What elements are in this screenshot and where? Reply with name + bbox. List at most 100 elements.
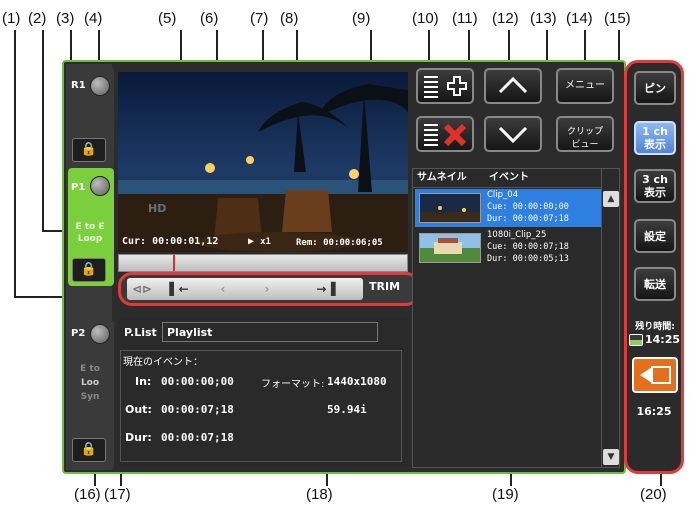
event-row[interactable]: 1080i_Clip_25 Cue: 00:00:07;18 Dur: 00:0… xyxy=(415,229,601,267)
channel-r1-lock-button[interactable]: 🔒 xyxy=(72,138,106,162)
settings-button[interactable]: 設定 xyxy=(634,219,676,253)
leader-2-h xyxy=(42,230,64,232)
format-value: 1440x1080 xyxy=(327,375,387,388)
event-dur: Dur: 00:00:07;18 xyxy=(487,214,569,224)
callout-13: (13) xyxy=(530,10,557,27)
set-in-point-button[interactable]: ▌← xyxy=(157,278,201,300)
leader-2 xyxy=(42,30,44,232)
transfer-button[interactable]: 転送 xyxy=(634,267,676,301)
lock-icon: 🔒 xyxy=(80,262,98,277)
channel-p2-mode-line3: Syn xyxy=(80,392,100,402)
remaining-time-value: 14:25 xyxy=(645,333,681,346)
event-dur: Dur: 00:00:05;13 xyxy=(487,254,569,264)
trim-controls: ⊲⊳ ▌← ‹ › →▐ xyxy=(127,278,363,300)
current-time-value: 00:00:01,12 xyxy=(152,236,219,247)
trim-label: TRIM xyxy=(369,280,401,293)
playlist-name: Playlist xyxy=(167,326,213,339)
callout-11: (11) xyxy=(452,10,478,27)
event-row[interactable]: Clip_04 Cue: 00:00:00;00 Dur: 00:00:07;1… xyxy=(415,189,601,227)
out-time: 00:00:07;18 xyxy=(161,403,234,416)
three-channel-view-button[interactable]: 3 ch 表示 xyxy=(634,169,676,203)
callout-20: (20) xyxy=(640,486,667,503)
position-marker[interactable] xyxy=(173,255,175,271)
event-thumbnail xyxy=(419,193,481,223)
channel-r1-panel[interactable]: R1 🔒 xyxy=(68,66,114,172)
remaining-time-display: 14:25 xyxy=(629,333,681,349)
remaining-time-value: 00:00:06;05 xyxy=(323,238,383,248)
current-event-box: 現在のイベント： In: 00:00:00;00 Out: 00:00:07;1… xyxy=(120,350,402,462)
three-channel-line2: 表示 xyxy=(644,186,666,199)
event-list[interactable]: サムネイル イベント Clip_04 Cue: 00:00:00;00 Dur:… xyxy=(412,168,620,468)
scrollbar-track[interactable] xyxy=(601,169,602,467)
column-event: イベント xyxy=(489,172,529,183)
dur-label: Dur: xyxy=(125,431,152,444)
event-cue: Cue: 00:00:07;18 xyxy=(487,242,569,252)
playlist-label: P.List xyxy=(124,326,157,339)
dur-time: 00:00:07;18 xyxy=(161,431,234,444)
trim-bar: ⊲⊳ ▌← ‹ › →▐ TRIM xyxy=(118,272,420,306)
leader-10 xyxy=(428,30,430,60)
back-button[interactable] xyxy=(632,357,678,393)
event-thumbnail-image xyxy=(420,234,480,262)
menu-button[interactable]: メニュー xyxy=(556,68,614,104)
remaining-time-label: 残り時間: xyxy=(635,322,675,332)
channel-p1-indicator xyxy=(90,176,110,196)
out-label: Out: xyxy=(125,403,152,416)
playlist-name-field[interactable]: Playlist xyxy=(162,322,378,342)
callout-3: (3) xyxy=(56,10,75,27)
clip-view-line2: ビュー xyxy=(571,140,599,150)
callout-2: (2) xyxy=(28,10,47,27)
one-channel-line1: 1 ch xyxy=(642,125,668,138)
one-channel-line2: 表示 xyxy=(644,138,666,151)
pin-button[interactable]: ピン xyxy=(634,71,676,105)
add-event-button[interactable] xyxy=(416,68,474,104)
callout-5: (5) xyxy=(158,10,177,27)
right-sidebar: ピン 1 ch 表示 3 ch 表示 設定 転送 残り時間: 14:25 16:… xyxy=(624,60,684,474)
callout-17: (17) xyxy=(104,486,131,503)
event-name: 1080i_Clip_25 xyxy=(487,230,547,240)
channel-p1-panel[interactable]: P1 E to E Loop 🔒 xyxy=(68,168,114,286)
frame-rate-value: 59.94i xyxy=(327,403,367,416)
position-bar[interactable] xyxy=(118,254,408,272)
play-icon: ▶ xyxy=(248,236,255,247)
channel-p2-panel[interactable]: P2 E to Loo Syn 🔒 xyxy=(68,320,114,470)
column-thumbnail: サムネイル xyxy=(417,172,467,183)
callout-9: (9) xyxy=(352,10,371,27)
move-up-button[interactable] xyxy=(484,68,542,104)
trim-in-button[interactable]: ‹ xyxy=(201,278,245,300)
chevron-icon: ‹ xyxy=(220,282,226,296)
triangle-down-icon: ▼ xyxy=(607,452,615,462)
triangle-up-icon: ▲ xyxy=(607,194,615,204)
channel-p2-mode-line1: E to xyxy=(80,364,100,374)
callout-15: (15) xyxy=(604,10,631,27)
one-channel-view-button[interactable]: 1 ch 表示 xyxy=(634,121,676,155)
callout-19: (19) xyxy=(492,486,519,503)
format-label: フォーマット: xyxy=(261,379,325,390)
trim-toggle-button[interactable]: ⊲⊳ xyxy=(127,278,157,300)
clip-view-line1: クリップ xyxy=(566,127,603,137)
in-label: In: xyxy=(135,375,152,388)
callout-18: (18) xyxy=(306,486,333,503)
video-preview[interactable]: HD Cur: 00:00:01,12 ▶ x1 Rem: 00:00:06;0… xyxy=(118,72,408,252)
channel-r1-label: R1 xyxy=(71,80,86,91)
callout-1: (1) xyxy=(2,10,21,27)
delete-event-button[interactable] xyxy=(416,116,474,152)
trim-out-button[interactable]: › xyxy=(245,278,289,300)
out-point-icon: →▐ xyxy=(316,282,336,296)
scroll-down-button[interactable]: ▼ xyxy=(603,449,619,465)
scroll-up-button[interactable]: ▲ xyxy=(603,191,619,207)
callout-10: (10) xyxy=(412,10,439,27)
callout-8: (8) xyxy=(280,10,299,27)
channel-p1-lock-button[interactable]: 🔒 xyxy=(72,258,106,282)
remaining-time-label: Rem: xyxy=(296,238,318,248)
move-down-button[interactable] xyxy=(484,116,542,152)
channel-p2-indicator xyxy=(90,324,110,344)
clock: 16:25 xyxy=(636,405,672,418)
callout-4: (4) xyxy=(84,10,103,27)
callout-7: (7) xyxy=(250,10,269,27)
clip-view-button[interactable]: クリップ ビュー xyxy=(556,116,614,152)
current-event-label: 現在のイベント： xyxy=(123,357,203,368)
three-channel-line1: 3 ch xyxy=(642,173,668,186)
set-out-point-button[interactable]: →▐ xyxy=(289,278,363,300)
channel-p2-lock-button[interactable]: 🔒 xyxy=(72,438,106,462)
